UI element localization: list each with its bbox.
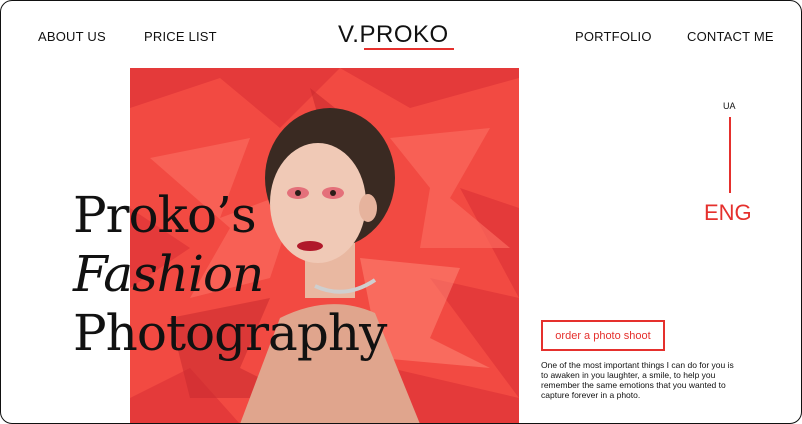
page-frame: ABOUT US PRICE LIST PORTFOLIO CONTACT ME… xyxy=(0,0,802,424)
lang-divider xyxy=(729,117,731,193)
logo-underline xyxy=(364,48,454,50)
hero-title: Proko’s Fashion Photography xyxy=(73,186,387,363)
hero-title-line-3: Photography xyxy=(73,304,387,362)
hero-title-line-2: Fashion xyxy=(73,245,264,303)
site-logo[interactable]: V.PROKO xyxy=(338,21,449,49)
intro-description: One of the most important things I can d… xyxy=(541,360,734,400)
nav-price-list[interactable]: PRICE LIST xyxy=(144,29,217,44)
hero-title-line-1: Proko’s xyxy=(73,186,257,244)
nav-about-us[interactable]: ABOUT US xyxy=(38,29,106,44)
nav-portfolio[interactable]: PORTFOLIO xyxy=(575,29,652,44)
lang-eng-option[interactable]: ENG xyxy=(704,200,752,226)
lang-ua-option[interactable]: UA xyxy=(723,101,736,111)
order-photo-shoot-button[interactable]: order a photo shoot xyxy=(541,320,665,351)
nav-contact-me[interactable]: CONTACT ME xyxy=(687,29,774,44)
